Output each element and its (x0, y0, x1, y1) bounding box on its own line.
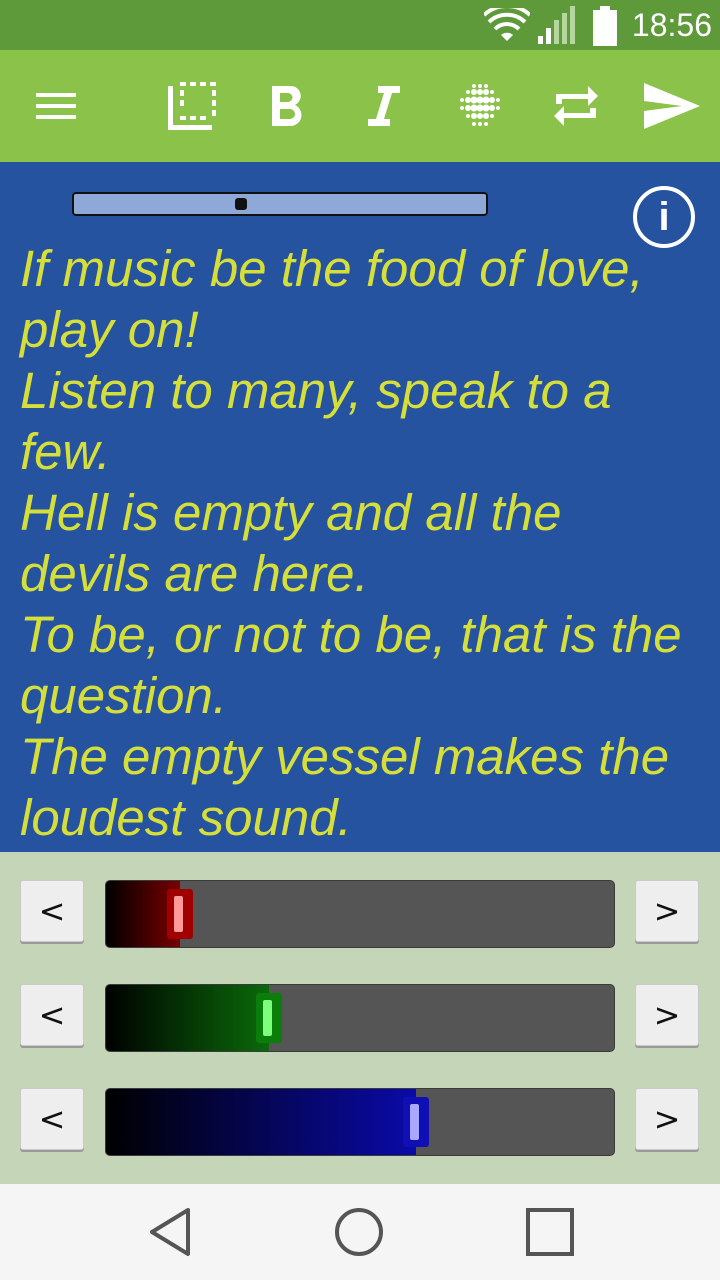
recents-icon (526, 1208, 574, 1256)
texture-button[interactable] (444, 72, 516, 140)
text-line: Hell is empty and all the (20, 484, 562, 541)
text-line: few. (20, 423, 111, 480)
text-scrollbar[interactable] (72, 192, 488, 216)
toolbar (0, 50, 720, 162)
select-all-button[interactable] (156, 72, 228, 140)
text-line: If music be the food of love, (20, 240, 644, 297)
red-decrement-button[interactable]: < (20, 880, 84, 942)
italic-button[interactable] (348, 72, 420, 140)
text-editor[interactable]: i If music be the food of love, play on!… (0, 162, 720, 852)
text-line: Listen to many, speak to a (20, 362, 612, 419)
menu-icon (36, 93, 76, 119)
repeat-icon (554, 86, 598, 126)
blue-slider-row: < > (0, 1088, 720, 1156)
status-bar: 18:56 (0, 0, 720, 50)
recents-button[interactable] (520, 1204, 580, 1260)
text-line: question. (20, 667, 227, 724)
navigation-bar (0, 1184, 720, 1280)
italic-icon (368, 86, 400, 126)
blue-slider[interactable] (105, 1088, 615, 1156)
select-all-icon (168, 82, 216, 130)
red-slider[interactable] (105, 880, 615, 948)
chevron-right-icon: > (653, 996, 681, 1034)
battery-icon (593, 6, 617, 46)
text-line: play on! (20, 301, 199, 358)
blue-slider-knob[interactable] (403, 1097, 429, 1147)
bold-button[interactable] (252, 72, 324, 140)
chevron-right-icon: > (653, 1100, 681, 1138)
green-increment-button[interactable]: > (635, 984, 699, 1046)
green-slider[interactable] (105, 984, 615, 1052)
red-increment-button[interactable]: > (635, 880, 699, 942)
dots-pattern-icon (460, 84, 500, 126)
back-button[interactable] (140, 1204, 200, 1260)
scrollbar-thumb[interactable] (235, 198, 247, 210)
blue-decrement-button[interactable]: < (20, 1088, 84, 1150)
status-time: 18:56 (631, 7, 712, 43)
green-decrement-button[interactable]: < (20, 984, 84, 1046)
red-slider-row: < > (0, 880, 720, 948)
bold-icon (272, 85, 302, 126)
home-button[interactable] (329, 1204, 389, 1260)
chevron-left-icon: < (38, 1100, 66, 1138)
text-line: devils are here. (20, 545, 369, 602)
text-line: The empty vessel makes the (20, 728, 670, 785)
green-slider-row: < > (0, 984, 720, 1052)
green-slider-knob[interactable] (256, 993, 282, 1043)
back-icon (150, 1208, 190, 1256)
chevron-left-icon: < (38, 996, 66, 1034)
wifi-icon (484, 8, 530, 41)
text-line: loudest sound. (20, 789, 352, 846)
home-icon (335, 1208, 383, 1256)
chevron-right-icon: > (653, 892, 681, 930)
text-content[interactable]: If music be the food of love, play on! L… (20, 238, 710, 848)
red-slider-knob[interactable] (167, 889, 193, 939)
info-icon: i (658, 195, 670, 239)
text-line: To be, or not to be, that is the (20, 606, 682, 663)
menu-button[interactable] (20, 72, 92, 140)
blue-slider-fill (106, 1089, 416, 1155)
color-sliders-panel: < > < > < > (0, 852, 720, 1184)
repeat-button[interactable] (540, 72, 612, 140)
blue-increment-button[interactable]: > (635, 1088, 699, 1150)
green-slider-fill (106, 985, 269, 1051)
send-icon (644, 83, 700, 129)
signal-icon (538, 6, 575, 44)
chevron-left-icon: < (38, 892, 66, 930)
send-button[interactable] (636, 72, 708, 140)
